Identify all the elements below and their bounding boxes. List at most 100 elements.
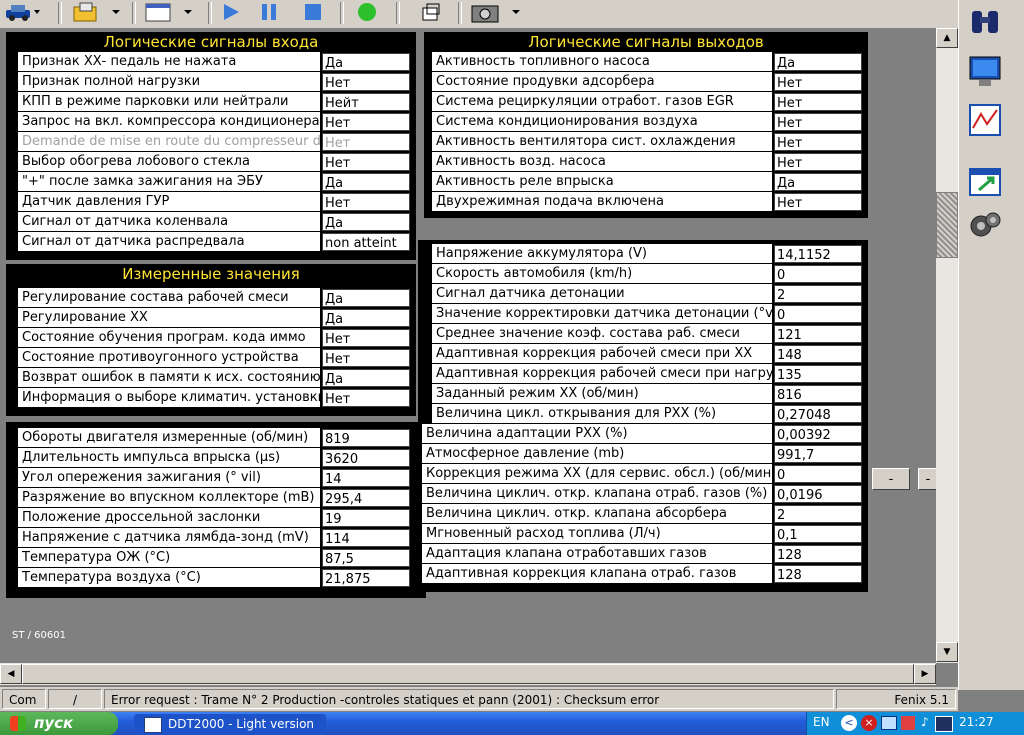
value-label: Величина циклич. откр. клапана отраб. га… (422, 484, 772, 503)
value-row: Мгновенный расход топлива (Л/ч) 0,1 (422, 524, 864, 543)
signal-label: Признак ХХ- педаль не нажата (18, 52, 320, 71)
signal-value: Нет (322, 389, 410, 407)
signal-row: КПП в режиме парковки или нейтрали Нейт (18, 92, 412, 111)
pause-icon[interactable] (254, 0, 284, 24)
value-field: 2 (774, 505, 862, 523)
value-label: Разряжение во впускном коллекторе (mB) (18, 488, 320, 507)
scroll-left-button[interactable]: ◀ (0, 664, 22, 684)
security-icon[interactable] (901, 716, 915, 730)
value-label: Температура воздуха (°C) (18, 568, 320, 587)
signal-value: Нет (322, 113, 410, 131)
signal-label: Demande de mise en route du compresseur … (18, 132, 320, 151)
language-indicator[interactable]: EN (813, 715, 830, 729)
value-row: Величина циклич. откр. клапана отраб. га… (422, 484, 864, 503)
minus-button-right[interactable]: - (918, 468, 938, 490)
horizontal-scrollbar[interactable]: ◀ ▶ (0, 663, 936, 685)
signal-label: Возврат ошибок в памяти к исх. состоянию (18, 368, 320, 387)
scroll-down-button[interactable]: ▼ (936, 642, 958, 662)
signal-value: Нет (774, 73, 862, 91)
signal-label: Сигнал от датчика коленвала (18, 212, 320, 231)
value-field: 0 (774, 465, 862, 483)
main-area: Логические сигналы входа Признак ХХ- пед… (0, 28, 938, 663)
signal-label: Информация о выборе климатич. установки (18, 388, 320, 407)
value-label: Сигнал датчика детонации (432, 284, 772, 303)
restore-window-icon[interactable] (416, 0, 446, 24)
signal-row: Активность топливного насоса Да (432, 52, 864, 71)
signal-label: Активность реле впрыска (432, 172, 772, 191)
signal-row: Признак полной нагрузки Нет (18, 72, 412, 91)
scroll-up-button[interactable]: ▲ (936, 28, 958, 48)
value-field: 3620 (322, 449, 410, 467)
value-row: Напряжение аккумулятора (V) 14,1152 (432, 244, 864, 263)
value-label: Температура ОЖ (°C) (18, 548, 320, 567)
value-field: 819 (322, 429, 410, 447)
stop-icon[interactable] (298, 0, 328, 24)
panel-title: Логические сигналы входа (103, 33, 319, 51)
value-field: 21,875 (322, 569, 410, 587)
value-row: Угол опережения зажигания (° vil) 14 (18, 468, 422, 487)
signal-row: Запрос на вкл. компрессора кондиционера Н… (18, 112, 412, 131)
signal-label: Двухрежимная подача включена (432, 192, 772, 211)
scroll-thumb[interactable] (22, 664, 914, 684)
signal-value: Да (322, 213, 410, 231)
signal-label: Система рециркуляции отработ. газов EGR (432, 92, 772, 111)
error-icon[interactable]: × (861, 715, 877, 731)
value-label: Скорость автомобиля (km/h) (432, 264, 772, 283)
value-row: Величина циклич. откр. клапана абсорбера… (422, 504, 864, 523)
taskbar-task-ddt2000[interactable]: DDT2000 - Light version (134, 714, 326, 735)
play-icon[interactable] (216, 0, 246, 24)
car-icon[interactable] (2, 0, 42, 24)
signal-row: Регулирование состава рабочей смеси Да (18, 288, 412, 307)
monitor-icon[interactable] (963, 50, 1007, 94)
vertical-scrollbar[interactable]: ▲ ▼ (936, 28, 958, 663)
value-label: Адаптивная коррекция рабочей смеси при Х… (432, 344, 772, 363)
signal-row: Датчик давления ГУР Нет (18, 192, 412, 211)
signal-row: Регулирование ХХ Да (18, 308, 412, 327)
value-field: 0 (774, 265, 862, 283)
camera-icon[interactable] (466, 0, 522, 24)
chart-save-icon[interactable] (963, 98, 1007, 142)
scroll-right-button[interactable]: ▶ (914, 664, 936, 684)
signal-row: Активность возд. насоса Нет (432, 152, 864, 171)
folder-open-icon[interactable] (66, 0, 124, 24)
green-light-icon[interactable] (352, 0, 382, 24)
value-field: 87,5 (322, 549, 410, 567)
start-button[interactable]: пуск (0, 712, 118, 735)
back-arrow-icon[interactable]: < (841, 715, 857, 731)
value-label: Величина циклич. откр. клапана абсорбера (422, 504, 772, 523)
toolbar-separator (458, 2, 462, 24)
panel-title: Измеренные значения (122, 265, 300, 283)
binoculars-icon[interactable] (963, 0, 1007, 44)
value-row: Заданный режим ХХ (об/мин) 816 (432, 384, 864, 403)
app-icon (144, 717, 162, 733)
signal-value: non atteint (322, 233, 410, 251)
value-label: Угол опережения зажигания (° vil) (18, 468, 320, 487)
export-window-icon[interactable] (963, 160, 1007, 204)
signal-label: Активность возд. насоса (432, 152, 772, 171)
value-label: Среднее значение коэф. состава раб. смес… (432, 324, 772, 343)
network-icon[interactable] (881, 716, 897, 730)
value-label: Адаптивная коррекция клапана отраб. газо… (422, 564, 772, 583)
signal-value: Да (774, 53, 862, 71)
value-row: Напряжение с датчика лямбда-зонд (mV) 114 (18, 528, 422, 547)
value-field: 2 (774, 285, 862, 303)
signal-label: Признак полной нагрузки (18, 72, 320, 91)
signal-value: Да (322, 173, 410, 191)
window-icon[interactable] (140, 0, 196, 24)
signal-row: Demande de mise en route du compresseur … (18, 132, 412, 151)
tray-monitor-icon[interactable] (935, 716, 953, 732)
value-row: Температура ОЖ (°C) 87,5 (18, 548, 422, 567)
value-label: Мгновенный расход топлива (Л/ч) (422, 524, 772, 543)
value-row: Адаптивная коррекция рабочей смеси при Х… (432, 344, 864, 363)
value-field: 0,00392 (774, 425, 862, 443)
signal-value: Да (322, 53, 410, 71)
volume-icon[interactable]: ♪ (921, 715, 929, 729)
toolbar-separator (58, 2, 62, 24)
status-separator: / (48, 689, 102, 709)
signal-value: Нет (322, 73, 410, 91)
system-tray: EN < × ♪ 21:27 (806, 712, 1024, 735)
gears-icon[interactable] (963, 204, 1007, 248)
scroll-thumb[interactable] (936, 192, 958, 258)
signal-value: Нет (774, 113, 862, 131)
minus-button[interactable]: - (872, 468, 910, 490)
